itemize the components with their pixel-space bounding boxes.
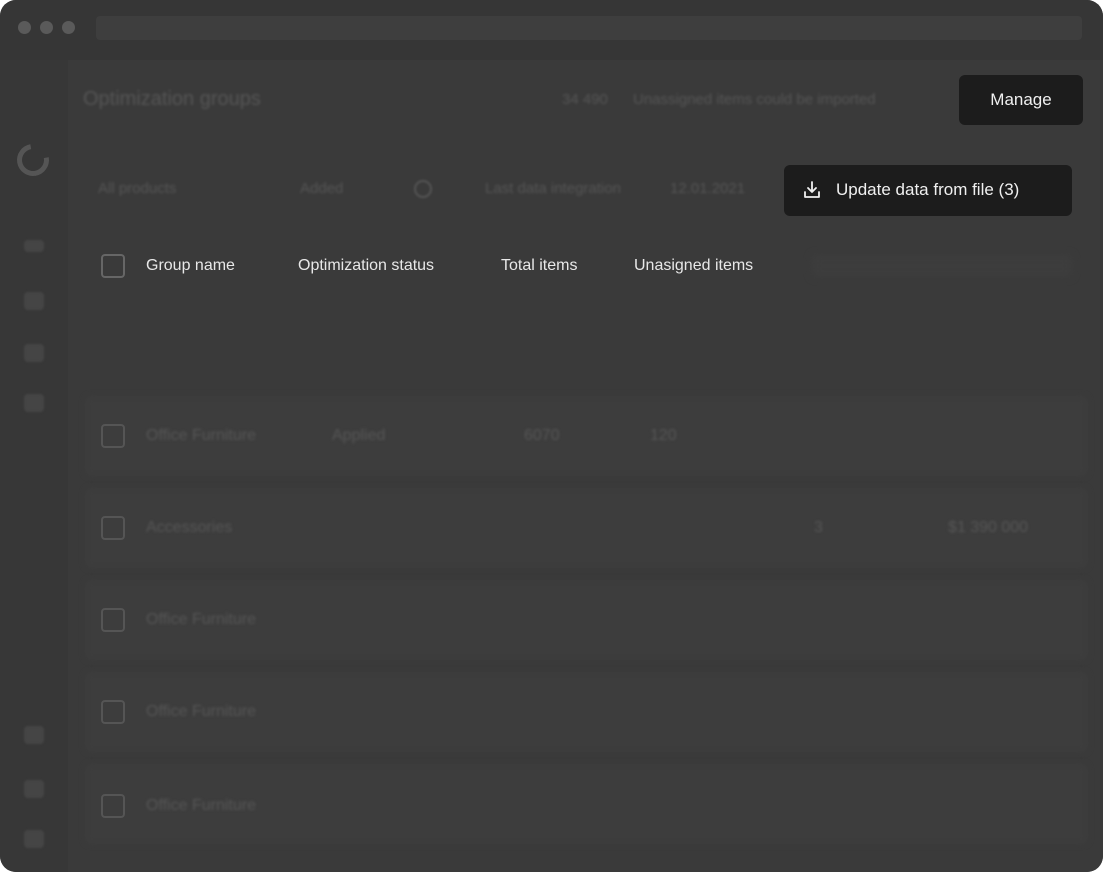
box-icon[interactable] <box>24 394 44 412</box>
row-checkbox[interactable] <box>101 700 125 724</box>
row-unassigned-items: 120 <box>650 427 677 444</box>
last-integration-label: Last data integration <box>485 180 621 197</box>
sidebar <box>0 60 68 872</box>
row-total-items: 6070 <box>524 427 560 444</box>
unassigned-count: 34 490 <box>562 91 608 108</box>
minimize-window-icon[interactable] <box>40 21 53 34</box>
row-amount: $1 390 000 <box>948 519 1029 536</box>
menu-icon[interactable] <box>24 240 44 252</box>
logo-ring-icon[interactable] <box>10 137 56 183</box>
close-window-icon[interactable] <box>18 21 31 34</box>
document-icon[interactable] <box>24 344 44 362</box>
title-bar <box>0 0 1103 60</box>
table-row[interactable] <box>85 488 1088 568</box>
column-optimization-status[interactable]: Optimization status <box>298 257 434 275</box>
row-group-name: Office Furniture <box>146 797 256 814</box>
row-checkbox[interactable] <box>101 794 125 818</box>
row-group-name: Accessories <box>146 519 233 536</box>
column-total-items[interactable]: Total items <box>501 257 577 275</box>
update-data-label: Update data from file (3) <box>836 180 1020 199</box>
settings-icon[interactable] <box>24 780 44 798</box>
filter-select[interactable]: All products <box>98 180 176 197</box>
download-icon <box>804 181 820 198</box>
bell-icon[interactable] <box>24 830 44 848</box>
row-group-name: Office Furniture <box>146 427 256 444</box>
row-checkbox[interactable] <box>101 608 125 632</box>
maximize-window-icon[interactable] <box>62 21 75 34</box>
row-checkbox[interactable] <box>101 516 125 540</box>
update-data-button[interactable]: Update data from file (3) <box>784 165 1072 216</box>
page-title: Optimization groups <box>83 88 261 110</box>
hidden-columns <box>812 255 1072 277</box>
app-window: Optimization groups 34 490 Unassigned it… <box>0 0 1103 872</box>
unassigned-notice: Unassigned items could be imported <box>633 91 876 108</box>
address-bar[interactable] <box>96 16 1082 40</box>
eye-icon[interactable] <box>24 292 44 310</box>
column-unassigned-items[interactable]: Unasigned items <box>634 257 753 275</box>
status-filter-select[interactable]: Added <box>300 180 343 197</box>
row-group-name: Office Furniture <box>146 611 256 628</box>
row-group-name: Office Furniture <box>146 703 256 720</box>
row-status: Applied <box>332 427 386 444</box>
row-checkbox[interactable] <box>101 424 125 448</box>
manage-button[interactable]: Manage <box>959 75 1083 125</box>
search-icon[interactable] <box>414 180 432 198</box>
chat-icon[interactable] <box>24 726 44 744</box>
row-extra: 3 <box>814 519 823 536</box>
last-integration-date: 12.01.2021 <box>670 180 746 197</box>
column-group-name[interactable]: Group name <box>146 257 235 275</box>
select-all-checkbox[interactable] <box>101 254 125 278</box>
